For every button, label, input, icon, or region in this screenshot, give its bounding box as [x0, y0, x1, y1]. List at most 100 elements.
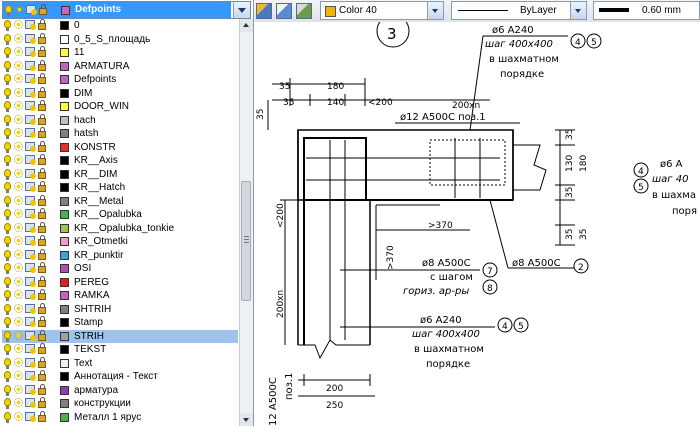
lock-icon[interactable] [38, 370, 46, 381]
lock-icon[interactable] [38, 100, 46, 111]
layer-row[interactable]: 0_5_S_площадь [2, 32, 238, 46]
sun-icon[interactable] [14, 128, 23, 137]
lock-icon[interactable] [38, 46, 46, 57]
viewport-freeze-icon[interactable] [25, 128, 36, 138]
sun-icon[interactable] [14, 114, 23, 124]
viewport-freeze-icon[interactable] [25, 168, 36, 179]
chevron-down-icon[interactable] [427, 2, 443, 19]
layer-row[interactable]: KR__Axis [2, 154, 238, 167]
viewport-freeze-icon[interactable] [25, 182, 36, 192]
layer-row[interactable]: конструкции [2, 397, 238, 410]
sun-icon[interactable] [14, 384, 23, 394]
layer-row[interactable]: OSI [2, 262, 238, 275]
bulb-icon[interactable] [5, 5, 12, 16]
viewport-freeze-icon[interactable] [25, 47, 36, 57]
lock-icon[interactable] [38, 235, 46, 246]
bulb-icon[interactable] [4, 182, 11, 193]
sun-icon[interactable] [14, 47, 23, 56]
layer-row[interactable]: SHTRIH [2, 302, 238, 316]
bulb-icon[interactable] [4, 303, 11, 315]
lock-icon[interactable] [38, 343, 46, 354]
viewport-freeze-icon[interactable] [25, 74, 36, 84]
layer-states-icon[interactable] [276, 3, 292, 19]
bulb-icon[interactable] [4, 276, 11, 288]
bulb-icon[interactable] [4, 141, 11, 153]
sun-icon[interactable] [14, 209, 23, 218]
viewport-freeze-icon[interactable] [25, 330, 36, 341]
viewport-freeze-icon[interactable] [25, 276, 36, 287]
lock-icon[interactable] [38, 59, 46, 71]
bulb-icon[interactable] [4, 33, 11, 45]
sun-icon[interactable] [14, 411, 23, 421]
bulb-icon[interactable] [4, 60, 11, 72]
bulb-icon[interactable] [4, 344, 11, 355]
sun-icon[interactable] [14, 87, 23, 97]
drawing-canvas[interactable]: 3 ø6 A240 шаг 400x400 в шахматном порядк… [254, 14, 700, 426]
lineweight-combobox[interactable]: 0.60 mm [593, 1, 700, 20]
sun-icon[interactable] [14, 222, 23, 232]
sun-icon[interactable] [14, 398, 23, 407]
viewport-freeze-icon[interactable] [25, 33, 36, 44]
scroll-up-button[interactable] [240, 19, 253, 32]
layer-properties-icon[interactable] [256, 3, 272, 19]
layer-row[interactable]: KR__Metal [2, 194, 238, 208]
lock-icon[interactable] [38, 73, 46, 84]
bulb-icon[interactable] [4, 155, 11, 166]
bulb-icon[interactable] [4, 249, 11, 261]
sun-icon[interactable] [14, 168, 23, 178]
layer-list-scrollbar[interactable] [239, 19, 253, 426]
viewport-freeze-icon[interactable] [25, 317, 36, 327]
sun-icon[interactable] [14, 60, 23, 70]
viewport-freeze-icon[interactable] [25, 141, 36, 152]
layer-row[interactable]: 11 [2, 46, 238, 59]
bulb-icon[interactable] [4, 384, 11, 396]
sun-icon[interactable] [14, 290, 23, 299]
layer-row[interactable]: KONSTR [2, 140, 238, 154]
lock-icon[interactable] [38, 32, 46, 44]
sun-icon[interactable] [14, 263, 23, 272]
viewport-freeze-icon[interactable] [26, 5, 37, 15]
layer-row[interactable]: DIM [2, 86, 238, 100]
chevron-down-icon[interactable] [570, 2, 586, 19]
bulb-icon[interactable] [4, 263, 11, 274]
viewport-freeze-icon[interactable] [25, 209, 36, 219]
lock-icon[interactable] [38, 127, 46, 138]
lock-icon[interactable] [38, 383, 46, 395]
bulb-icon[interactable] [4, 168, 11, 180]
sun-icon[interactable] [14, 141, 23, 151]
bulb-icon[interactable] [4, 371, 11, 382]
bulb-icon[interactable] [4, 114, 11, 126]
viewport-freeze-icon[interactable] [25, 222, 36, 233]
layer-row[interactable]: DOOR_WIN [2, 100, 238, 113]
lock-icon[interactable] [38, 221, 46, 233]
lock-icon[interactable] [38, 19, 46, 30]
make-object-layer-current-icon[interactable] [296, 3, 312, 19]
lock-icon[interactable] [39, 4, 47, 15]
lock-icon[interactable] [38, 113, 46, 125]
bulb-icon[interactable] [4, 330, 11, 342]
color-combobox[interactable]: Color 40 [320, 1, 444, 20]
bulb-icon[interactable] [4, 195, 11, 207]
layer-row[interactable]: STRIH [2, 329, 238, 343]
sun-icon[interactable] [14, 74, 23, 83]
layer-row[interactable]: hach [2, 113, 238, 127]
lock-icon[interactable] [38, 194, 46, 206]
bulb-icon[interactable] [4, 411, 11, 423]
lock-icon[interactable] [38, 410, 46, 422]
viewport-freeze-icon[interactable] [25, 290, 36, 300]
lock-icon[interactable] [38, 248, 46, 260]
layer-row[interactable]: KR__Opalubka_tonkie [2, 221, 238, 235]
sun-icon[interactable] [14, 303, 23, 313]
layer-row[interactable]: Аннотация - Текст [2, 370, 238, 383]
viewport-freeze-icon[interactable] [25, 371, 36, 381]
sun-icon[interactable] [14, 101, 23, 110]
sun-icon[interactable] [14, 276, 23, 286]
sun-icon[interactable] [14, 33, 23, 43]
layer-row[interactable]: Text [2, 356, 238, 370]
lock-icon[interactable] [38, 86, 46, 98]
layer-row[interactable]: KR__DIM [2, 167, 238, 181]
layer-row[interactable]: TEKST [2, 343, 238, 356]
current-layer[interactable]: Defpoints [3, 2, 231, 18]
sun-icon[interactable] [14, 249, 23, 259]
viewport-freeze-icon[interactable] [25, 411, 36, 422]
